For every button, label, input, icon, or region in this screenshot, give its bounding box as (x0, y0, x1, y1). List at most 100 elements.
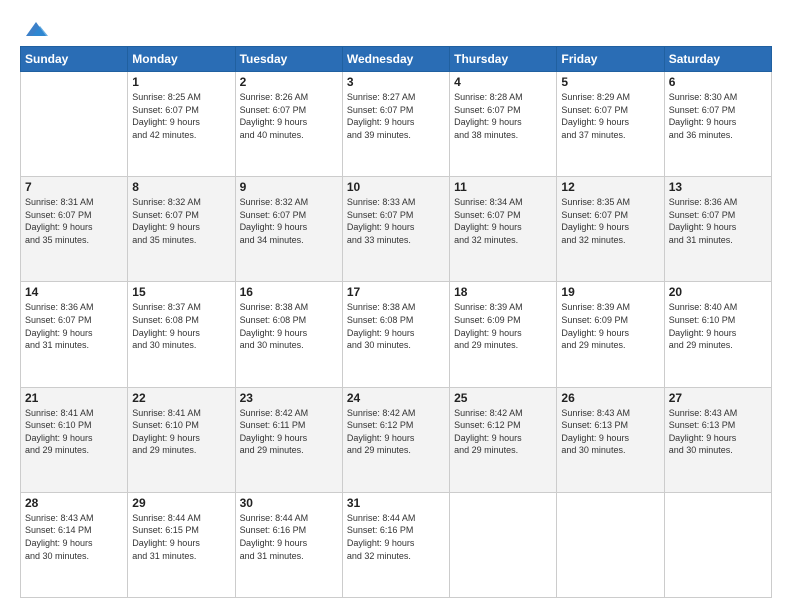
day-info: Sunrise: 8:42 AMSunset: 6:11 PMDaylight:… (240, 407, 338, 457)
day-info: Sunrise: 8:37 AMSunset: 6:08 PMDaylight:… (132, 301, 230, 351)
calendar-cell (21, 72, 128, 177)
day-info: Sunrise: 8:38 AMSunset: 6:08 PMDaylight:… (240, 301, 338, 351)
calendar-cell: 3 Sunrise: 8:27 AMSunset: 6:07 PMDaylight… (342, 72, 449, 177)
day-number: 31 (347, 496, 445, 510)
day-info: Sunrise: 8:39 AMSunset: 6:09 PMDaylight:… (561, 301, 659, 351)
day-number: 5 (561, 75, 659, 89)
logo (20, 18, 50, 36)
calendar-cell: 9Sunrise: 8:32 AMSunset: 6:07 PMDaylight… (235, 177, 342, 282)
day-info: Sunrise: 8:34 AMSunset: 6:07 PMDaylight:… (454, 196, 552, 246)
day-number: 13 (669, 180, 767, 194)
calendar-cell: 28 Sunrise: 8:43 AMSunset: 6:14 PMDayligh… (21, 492, 128, 597)
day-info: Sunrise: 8:35 AMSunset: 6:07 PMDaylight:… (561, 196, 659, 246)
day-info: Sunrise: 8:38 AMSunset: 6:08 PMDaylight:… (347, 301, 445, 351)
calendar-cell (664, 492, 771, 597)
day-info: Sunrise: 8:32 AMSunset: 6:07 PMDaylight:… (132, 196, 230, 246)
day-info: Sunrise: 8:44 AMSunset: 6:16 PMDaylight:… (347, 512, 445, 562)
header (20, 18, 772, 36)
day-number: 7 (25, 180, 123, 194)
day-number: 11 (454, 180, 552, 194)
calendar-cell: 19 Sunrise: 8:39 AMSunset: 6:09 PMDayligh… (557, 282, 664, 387)
calendar-cell: 31 Sunrise: 8:44 AMSunset: 6:16 PMDayligh… (342, 492, 449, 597)
day-number: 29 (132, 496, 230, 510)
day-number: 20 (669, 285, 767, 299)
weekday-header-saturday: Saturday (664, 47, 771, 72)
calendar-cell: 5 Sunrise: 8:29 AMSunset: 6:07 PMDaylight… (557, 72, 664, 177)
day-number: 15 (132, 285, 230, 299)
day-number: 24 (347, 391, 445, 405)
calendar-week-row: 21 Sunrise: 8:41 AMSunset: 6:10 PMDayligh… (21, 387, 772, 492)
day-info: Sunrise: 8:43 AMSunset: 6:14 PMDaylight:… (25, 512, 123, 562)
calendar-cell: 30Sunrise: 8:44 AMSunset: 6:16 PMDayligh… (235, 492, 342, 597)
day-number: 3 (347, 75, 445, 89)
day-number: 19 (561, 285, 659, 299)
calendar-cell (557, 492, 664, 597)
page: SundayMondayTuesdayWednesdayThursdayFrid… (0, 0, 792, 612)
weekday-header-sunday: Sunday (21, 47, 128, 72)
calendar-week-row: 14Sunrise: 8:36 AMSunset: 6:07 PMDayligh… (21, 282, 772, 387)
day-info: Sunrise: 8:42 AMSunset: 6:12 PMDaylight:… (454, 407, 552, 457)
calendar-cell: 6 Sunrise: 8:30 AMSunset: 6:07 PMDaylight… (664, 72, 771, 177)
calendar-cell: 4Sunrise: 8:28 AMSunset: 6:07 PMDaylight… (450, 72, 557, 177)
calendar-cell: 12Sunrise: 8:35 AMSunset: 6:07 PMDayligh… (557, 177, 664, 282)
day-info: Sunrise: 8:31 AMSunset: 6:07 PMDaylight:… (25, 196, 123, 246)
day-number: 8 (132, 180, 230, 194)
day-number: 6 (669, 75, 767, 89)
day-number: 22 (132, 391, 230, 405)
day-info: Sunrise: 8:30 AMSunset: 6:07 PMDaylight:… (669, 91, 767, 141)
day-number: 18 (454, 285, 552, 299)
calendar-cell: 20 Sunrise: 8:40 AMSunset: 6:10 PMDayligh… (664, 282, 771, 387)
calendar-cell: 25 Sunrise: 8:42 AMSunset: 6:12 PMDayligh… (450, 387, 557, 492)
calendar-cell: 29 Sunrise: 8:44 AMSunset: 6:15 PMDayligh… (128, 492, 235, 597)
calendar-cell: 11 Sunrise: 8:34 AMSunset: 6:07 PMDayligh… (450, 177, 557, 282)
weekday-header-thursday: Thursday (450, 47, 557, 72)
calendar-cell: 15 Sunrise: 8:37 AMSunset: 6:08 PMDayligh… (128, 282, 235, 387)
day-info: Sunrise: 8:41 AMSunset: 6:10 PMDaylight:… (25, 407, 123, 457)
day-info: Sunrise: 8:26 AMSunset: 6:07 PMDaylight:… (240, 91, 338, 141)
weekday-header-friday: Friday (557, 47, 664, 72)
calendar-cell: 10 Sunrise: 8:33 AMSunset: 6:07 PMDayligh… (342, 177, 449, 282)
calendar-cell: 17 Sunrise: 8:38 AMSunset: 6:08 PMDayligh… (342, 282, 449, 387)
day-number: 27 (669, 391, 767, 405)
day-number: 23 (240, 391, 338, 405)
calendar-cell: 8 Sunrise: 8:32 AMSunset: 6:07 PMDaylight… (128, 177, 235, 282)
day-info: Sunrise: 8:41 AMSunset: 6:10 PMDaylight:… (132, 407, 230, 457)
weekday-header-row: SundayMondayTuesdayWednesdayThursdayFrid… (21, 47, 772, 72)
day-info: Sunrise: 8:29 AMSunset: 6:07 PMDaylight:… (561, 91, 659, 141)
day-info: Sunrise: 8:36 AMSunset: 6:07 PMDaylight:… (25, 301, 123, 351)
day-number: 25 (454, 391, 552, 405)
logo-icon (22, 18, 50, 40)
day-info: Sunrise: 8:43 AMSunset: 6:13 PMDaylight:… (561, 407, 659, 457)
calendar-cell: 1 Sunrise: 8:25 AMSunset: 6:07 PMDaylight… (128, 72, 235, 177)
calendar-cell: 24 Sunrise: 8:42 AMSunset: 6:12 PMDayligh… (342, 387, 449, 492)
day-info: Sunrise: 8:33 AMSunset: 6:07 PMDaylight:… (347, 196, 445, 246)
day-info: Sunrise: 8:25 AMSunset: 6:07 PMDaylight:… (132, 91, 230, 141)
weekday-header-wednesday: Wednesday (342, 47, 449, 72)
day-number: 26 (561, 391, 659, 405)
calendar-week-row: 7 Sunrise: 8:31 AMSunset: 6:07 PMDaylight… (21, 177, 772, 282)
day-info: Sunrise: 8:27 AMSunset: 6:07 PMDaylight:… (347, 91, 445, 141)
day-info: Sunrise: 8:39 AMSunset: 6:09 PMDaylight:… (454, 301, 552, 351)
day-number: 28 (25, 496, 123, 510)
weekday-header-tuesday: Tuesday (235, 47, 342, 72)
calendar-cell: 16Sunrise: 8:38 AMSunset: 6:08 PMDayligh… (235, 282, 342, 387)
day-info: Sunrise: 8:40 AMSunset: 6:10 PMDaylight:… (669, 301, 767, 351)
day-number: 21 (25, 391, 123, 405)
calendar-week-row: 28 Sunrise: 8:43 AMSunset: 6:14 PMDayligh… (21, 492, 772, 597)
day-info: Sunrise: 8:43 AMSunset: 6:13 PMDaylight:… (669, 407, 767, 457)
day-number: 30 (240, 496, 338, 510)
day-info: Sunrise: 8:42 AMSunset: 6:12 PMDaylight:… (347, 407, 445, 457)
calendar-cell: 27 Sunrise: 8:43 AMSunset: 6:13 PMDayligh… (664, 387, 771, 492)
weekday-header-monday: Monday (128, 47, 235, 72)
calendar-cell: 2 Sunrise: 8:26 AMSunset: 6:07 PMDaylight… (235, 72, 342, 177)
calendar-table: SundayMondayTuesdayWednesdayThursdayFrid… (20, 46, 772, 598)
day-number: 1 (132, 75, 230, 89)
calendar-cell: 23 Sunrise: 8:42 AMSunset: 6:11 PMDayligh… (235, 387, 342, 492)
day-number: 17 (347, 285, 445, 299)
day-info: Sunrise: 8:44 AMSunset: 6:15 PMDaylight:… (132, 512, 230, 562)
day-number: 2 (240, 75, 338, 89)
calendar-cell (450, 492, 557, 597)
calendar-cell: 22 Sunrise: 8:41 AMSunset: 6:10 PMDayligh… (128, 387, 235, 492)
day-number: 4 (454, 75, 552, 89)
day-number: 10 (347, 180, 445, 194)
